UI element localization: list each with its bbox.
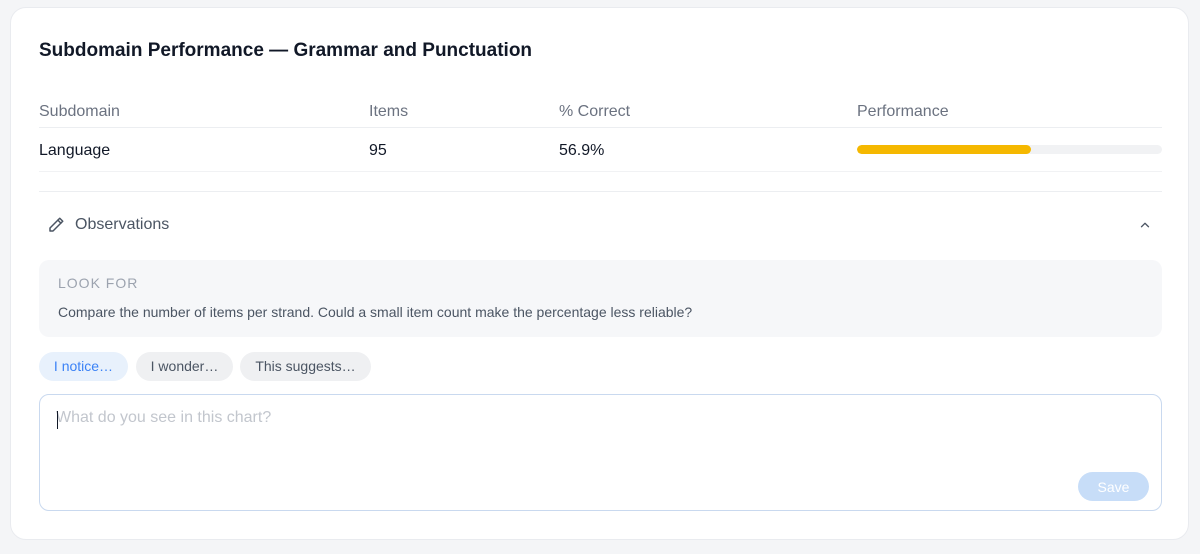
- subdomain-performance-card: Subdomain Performance — Grammar and Punc…: [10, 7, 1189, 540]
- text-caret: [57, 411, 58, 429]
- table-row: Language 95 56.9%: [39, 128, 1162, 172]
- subdomain-table: Subdomain Items % Correct Performance La…: [39, 94, 1162, 172]
- subdomain-cell: Language: [39, 142, 111, 159]
- observations-label: Observations: [75, 216, 170, 233]
- observations-header[interactable]: Observations: [47, 214, 1162, 238]
- save-button[interactable]: Save: [1078, 472, 1149, 501]
- percent-correct-cell: 56.9%: [559, 142, 605, 159]
- items-cell: 95: [369, 142, 387, 159]
- look-for-text: Compare the number of items per strand. …: [58, 304, 693, 320]
- pencil-icon: [49, 217, 64, 232]
- table-header-row: Subdomain Items % Correct Performance: [39, 94, 1162, 128]
- column-header-percent-correct: % Correct: [559, 103, 631, 120]
- chevron-up-icon[interactable]: [1138, 218, 1152, 232]
- performance-bar-fill: [857, 145, 1031, 154]
- chip-this-suggests[interactable]: This suggests…: [240, 352, 371, 381]
- column-header-performance: Performance: [857, 103, 949, 120]
- performance-bar-track: [857, 145, 1162, 154]
- look-for-title: LOOK FOR: [58, 275, 139, 291]
- column-header-subdomain: Subdomain: [39, 103, 120, 120]
- observation-textarea[interactable]: [56, 409, 1136, 469]
- chip-i-notice[interactable]: I notice…: [39, 352, 128, 381]
- card-title: Subdomain Performance — Grammar and Punc…: [39, 40, 533, 61]
- section-divider: [39, 191, 1162, 192]
- observation-input-box: Save: [39, 394, 1162, 511]
- look-for-panel: LOOK FOR Compare the number of items per…: [39, 260, 1162, 337]
- column-header-items: Items: [369, 103, 409, 120]
- chip-i-wonder[interactable]: I wonder…: [136, 352, 233, 381]
